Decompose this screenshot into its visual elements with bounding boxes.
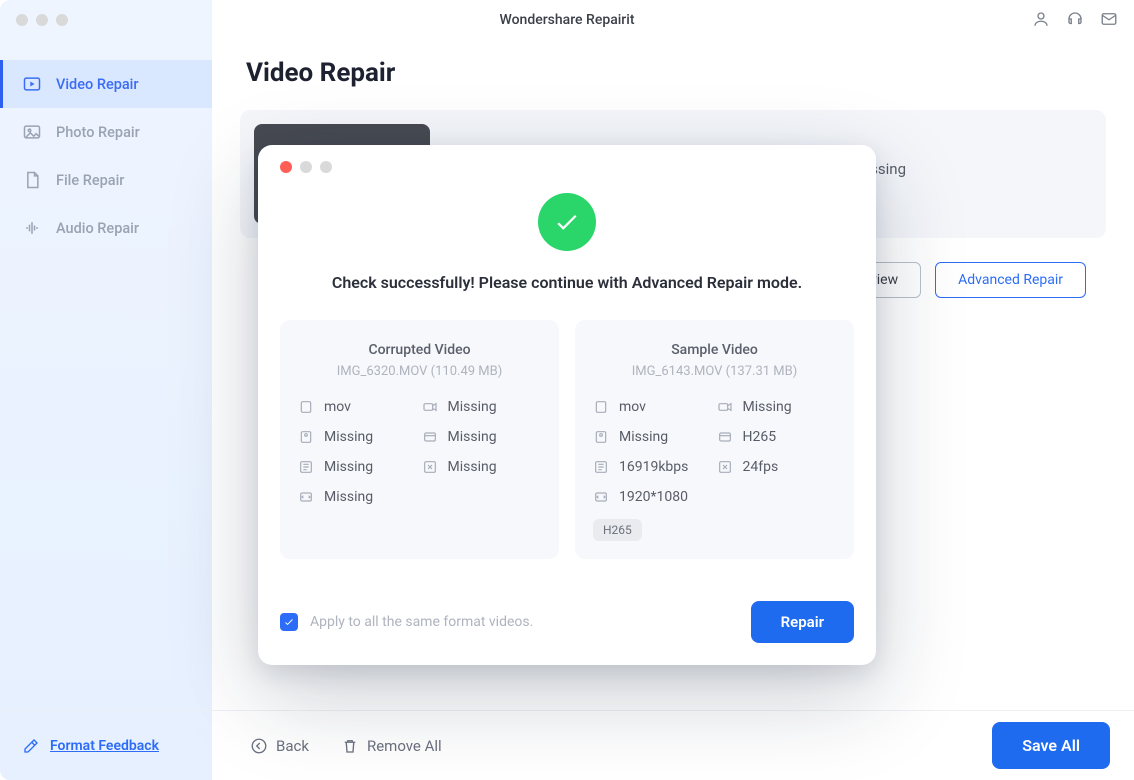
fps-icon	[717, 459, 733, 475]
codec-icon	[717, 429, 733, 445]
prop-format: mov	[593, 399, 713, 415]
prop-device: Missing	[298, 429, 418, 445]
fps-icon	[422, 459, 438, 475]
panel-title: Sample Video	[593, 342, 836, 358]
apply-all-label: Apply to all the same format videos.	[310, 614, 533, 630]
success-check-icon	[538, 193, 596, 251]
apply-all-checkbox-row[interactable]: Apply to all the same format videos.	[280, 613, 533, 631]
prop-resolution: Missing	[298, 489, 418, 505]
bitrate-icon	[298, 459, 314, 475]
codec-tag: H265	[593, 519, 642, 541]
modal-close[interactable]	[280, 161, 292, 173]
check-result-modal: Check successfully! Please continue with…	[258, 145, 876, 665]
modal-traffic-lights[interactable]	[280, 161, 854, 173]
camera-icon	[717, 399, 733, 415]
prop-format: mov	[298, 399, 418, 415]
camera-icon	[422, 399, 438, 415]
file-format-icon	[593, 399, 609, 415]
prop-fps: Missing	[422, 459, 542, 475]
device-icon	[593, 429, 609, 445]
modal-minimize	[300, 161, 312, 173]
file-format-icon	[298, 399, 314, 415]
panel-title: Corrupted Video	[298, 342, 541, 358]
checkbox-checked-icon[interactable]	[280, 613, 298, 631]
resolution-icon	[593, 489, 609, 505]
prop-camera: Missing	[717, 399, 837, 415]
prop-fps: 24fps	[717, 459, 837, 475]
resolution-icon	[298, 489, 314, 505]
prop-resolution: 1920*1080	[593, 489, 713, 505]
codec-icon	[422, 429, 438, 445]
sample-video-panel: Sample Video IMG_6143.MOV (137.31 MB) mo…	[575, 320, 854, 559]
panel-subtitle: IMG_6320.MOV (110.49 MB)	[298, 364, 541, 379]
prop-device: Missing	[593, 429, 713, 445]
prop-codec: H265	[717, 429, 837, 445]
prop-bitrate: 16919kbps	[593, 459, 713, 475]
modal-overlay: Check successfully! Please continue with…	[0, 0, 1134, 780]
bitrate-icon	[593, 459, 609, 475]
prop-camera: Missing	[422, 399, 542, 415]
modal-zoom	[320, 161, 332, 173]
check-message: Check successfully! Please continue with…	[280, 273, 854, 292]
prop-bitrate: Missing	[298, 459, 418, 475]
prop-codec: Missing	[422, 429, 542, 445]
repair-button[interactable]: Repair	[751, 601, 854, 643]
device-icon	[298, 429, 314, 445]
corrupted-video-panel: Corrupted Video IMG_6320.MOV (110.49 MB)…	[280, 320, 559, 559]
panel-subtitle: IMG_6143.MOV (137.31 MB)	[593, 364, 836, 379]
